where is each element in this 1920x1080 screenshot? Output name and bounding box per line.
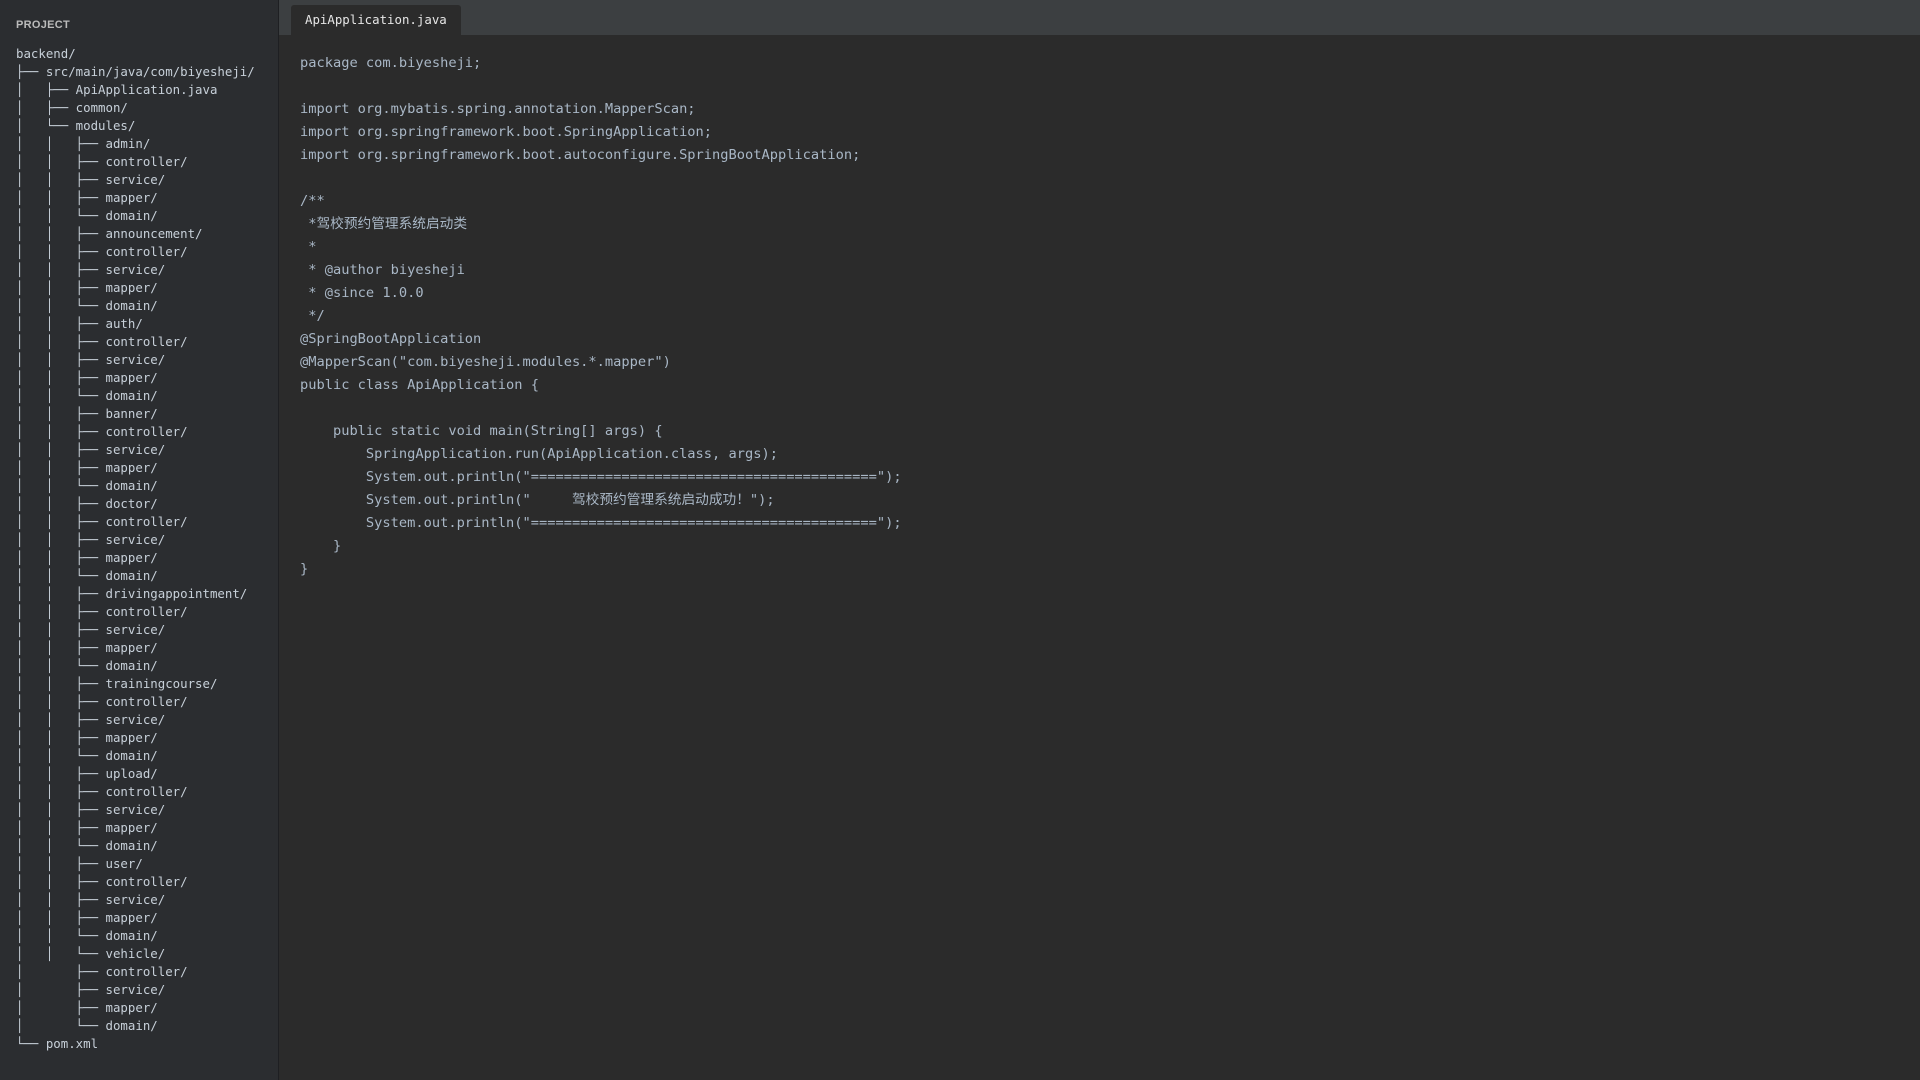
code-line: System.out.println("====================…	[300, 515, 902, 531]
tree-item[interactable]: │ │ ├── controller/	[16, 873, 278, 891]
code-line: *驾校预约管理系统启动类	[300, 216, 468, 232]
tab-bar: ApiApplication.java	[279, 0, 1920, 36]
tree-item[interactable]: │ │ ├── mapper/	[16, 189, 278, 207]
tree-item[interactable]: │ │ ├── service/	[16, 441, 278, 459]
tree-item[interactable]: │ │ └── domain/	[16, 297, 278, 315]
tree-item[interactable]: │ │ └── domain/	[16, 387, 278, 405]
tree-item[interactable]: │ │ ├── announcement/	[16, 225, 278, 243]
code-line: }	[300, 561, 309, 577]
code-line: public static void main(String[] args) {	[300, 423, 663, 439]
tree-item[interactable]: │ │ ├── banner/	[16, 405, 278, 423]
code-line: */	[300, 308, 325, 324]
code-line: System.out.println(" 驾校预约管理系统启动成功！");	[300, 492, 775, 508]
code-line: import org.mybatis.spring.annotation.Map…	[300, 101, 696, 117]
tree-item[interactable]: │ │ ├── mapper/	[16, 729, 278, 747]
code-editor[interactable]: package com.biyesheji; import org.mybatis…	[279, 36, 1920, 1080]
tree-item[interactable]: │ │ └── vehicle/	[16, 945, 278, 963]
tree-item[interactable]: │ │ ├── controller/	[16, 603, 278, 621]
code-line: import org.springframework.boot.autoconf…	[300, 147, 861, 163]
code-line: *	[300, 239, 317, 255]
tree-item[interactable]: │ │ ├── mapper/	[16, 279, 278, 297]
code-line: @SpringBootApplication	[300, 331, 482, 347]
code-line: }	[300, 538, 342, 554]
tree-item[interactable]: │ │ └── domain/	[16, 567, 278, 585]
code-line: import org.springframework.boot.SpringAp…	[300, 124, 713, 140]
tree-item[interactable]: │ │ ├── mapper/	[16, 639, 278, 657]
tree-item[interactable]: │ │ ├── service/	[16, 261, 278, 279]
tree-item[interactable]: │ │ ├── service/	[16, 531, 278, 549]
tree-item[interactable]: │ │ └── domain/	[16, 207, 278, 225]
tree-item[interactable]: │ │ ├── user/	[16, 855, 278, 873]
tree-item[interactable]: │ └── modules/	[16, 117, 278, 135]
code-lines: package com.biyesheji; import org.mybatis…	[300, 52, 1920, 581]
tree-item[interactable]: │ ├── service/	[16, 981, 278, 999]
tree-item[interactable]: │ │ ├── trainingcourse/	[16, 675, 278, 693]
code-line: SpringApplication.run(ApiApplication.cla…	[300, 446, 778, 462]
project-tree: backend/├── src/main/java/com/biyesheji/…	[16, 45, 278, 1053]
tree-item[interactable]: │ │ ├── controller/	[16, 153, 278, 171]
tree-item[interactable]: │ │ ├── controller/	[16, 423, 278, 441]
code-line: @MapperScan("com.biyesheji.modules.*.map…	[300, 354, 671, 370]
tree-item[interactable]: │ │ ├── mapper/	[16, 909, 278, 927]
tree-item[interactable]: ├── src/main/java/com/biyesheji/	[16, 63, 278, 81]
tree-item[interactable]: │ │ ├── controller/	[16, 513, 278, 531]
tree-item[interactable]: │ │ └── domain/	[16, 657, 278, 675]
sidebar-title: PROJECT	[16, 19, 71, 31]
tree-item[interactable]: │ │ ├── admin/	[16, 135, 278, 153]
tree-item[interactable]: │ ├── mapper/	[16, 999, 278, 1017]
tree-item[interactable]: │ │ ├── mapper/	[16, 819, 278, 837]
tree-item[interactable]: │ │ └── domain/	[16, 747, 278, 765]
tree-item[interactable]: │ │ ├── service/	[16, 801, 278, 819]
code-line: package com.biyesheji;	[300, 55, 482, 71]
tree-item[interactable]: │ │ └── domain/	[16, 477, 278, 495]
tree-item[interactable]: │ │ ├── controller/	[16, 333, 278, 351]
tree-item[interactable]: │ │ ├── mapper/	[16, 369, 278, 387]
code-line: * @author biyesheji	[300, 262, 465, 278]
tree-item[interactable]: │ │ ├── controller/	[16, 243, 278, 261]
tree-item[interactable]: │ │ ├── service/	[16, 171, 278, 189]
tree-item[interactable]: │ │ ├── doctor/	[16, 495, 278, 513]
project-sidebar: PROJECT backend/├── src/main/java/com/bi…	[0, 0, 279, 1080]
tree-item[interactable]: │ ├── common/	[16, 99, 278, 117]
tree-item[interactable]: │ │ ├── controller/	[16, 693, 278, 711]
tree-item[interactable]: │ │ ├── service/	[16, 621, 278, 639]
tree-item[interactable]: │ ├── controller/	[16, 963, 278, 981]
tree-item[interactable]: │ │ ├── service/	[16, 891, 278, 909]
code-line: * @since 1.0.0	[300, 285, 424, 301]
tree-item[interactable]: backend/	[16, 45, 278, 63]
tree-item[interactable]: │ ├── ApiApplication.java	[16, 81, 278, 99]
code-line: public class ApiApplication {	[300, 377, 539, 393]
tree-item[interactable]: │ │ ├── service/	[16, 351, 278, 369]
tree-item[interactable]: │ │ ├── mapper/	[16, 549, 278, 567]
tree-item[interactable]: │ │ ├── drivingappointment/	[16, 585, 278, 603]
tree-item[interactable]: │ │ ├── upload/	[16, 765, 278, 783]
code-line: System.out.println("====================…	[300, 469, 902, 485]
tree-item[interactable]: │ │ ├── auth/	[16, 315, 278, 333]
tree-item[interactable]: │ │ ├── service/	[16, 711, 278, 729]
editor-tab[interactable]: ApiApplication.java	[291, 5, 461, 35]
tree-item[interactable]: │ │ └── domain/	[16, 837, 278, 855]
tree-item[interactable]: └── pom.xml	[16, 1035, 278, 1053]
tree-item[interactable]: │ │ ├── controller/	[16, 783, 278, 801]
editor-area: ApiApplication.java package com.biyeshej…	[279, 0, 1920, 1080]
tree-item[interactable]: │ │ ├── mapper/	[16, 459, 278, 477]
tree-item[interactable]: │ └── domain/	[16, 1017, 278, 1035]
code-line: /**	[300, 193, 325, 209]
tree-item[interactable]: │ │ └── domain/	[16, 927, 278, 945]
